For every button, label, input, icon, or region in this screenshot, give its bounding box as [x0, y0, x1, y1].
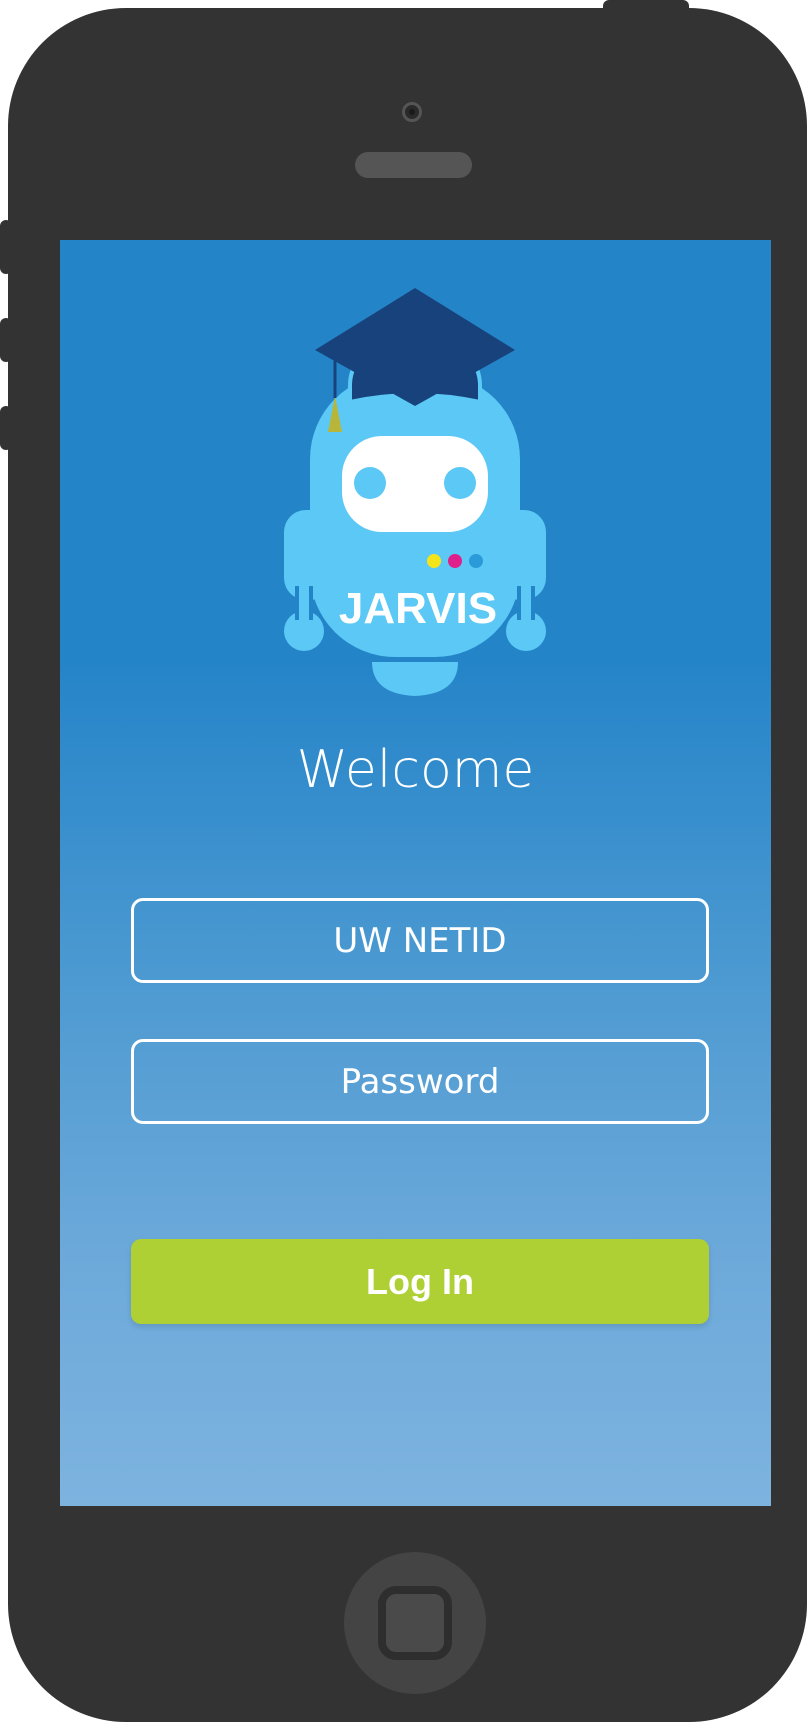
speaker-grille: [355, 152, 472, 178]
home-square-icon: [378, 1586, 452, 1660]
home-button-icon[interactable]: [344, 1552, 486, 1694]
logo-text: JARVIS: [339, 584, 497, 633]
password-input[interactable]: [131, 1039, 709, 1124]
graduate-robot-icon: JARVIS: [284, 288, 546, 696]
netid-input[interactable]: [131, 898, 709, 983]
welcome-heading: Welcome: [296, 740, 535, 800]
camera-icon: [402, 102, 422, 122]
login-button[interactable]: Log In: [131, 1239, 709, 1324]
phone-body: JARVIS Welcome Log In: [8, 8, 807, 1722]
login-screen: JARVIS Welcome Log In: [60, 240, 771, 1506]
